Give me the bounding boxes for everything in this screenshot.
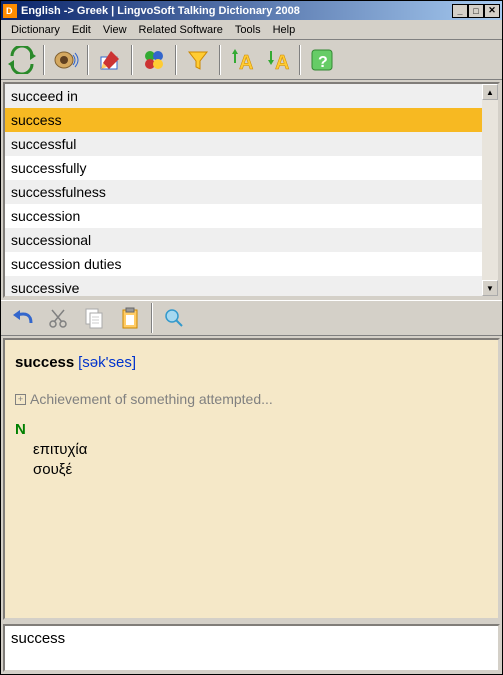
font-down-icon: A	[265, 47, 291, 73]
scissors-icon	[46, 306, 70, 330]
window-title: English -> Greek | LingvoSoft Talking Di…	[21, 5, 452, 17]
headword: success	[15, 354, 74, 371]
list-item[interactable]: successive	[5, 276, 482, 296]
edit-icon	[97, 47, 123, 73]
cut-button[interactable]	[41, 301, 75, 335]
list-item[interactable]: succession	[5, 204, 482, 228]
list-item[interactable]: succeed in	[5, 84, 482, 108]
swap-languages-button[interactable]	[5, 43, 39, 77]
back-button[interactable]	[5, 301, 39, 335]
list-item[interactable]: success	[5, 108, 482, 132]
scroll-track[interactable]	[482, 100, 498, 280]
list-item[interactable]: successfulness	[5, 180, 482, 204]
clover-icon	[141, 47, 167, 73]
clipboard-icon	[118, 306, 142, 330]
undo-icon	[9, 305, 35, 331]
speaker-icon	[53, 47, 79, 73]
list-item[interactable]: successfully	[5, 156, 482, 180]
svg-text:D: D	[6, 6, 13, 16]
swap-icon	[8, 46, 36, 74]
gloss-text: Achievement of something attempted...	[30, 391, 273, 407]
svg-text:?: ?	[318, 54, 328, 71]
copy-icon	[82, 306, 106, 330]
funnel-icon	[185, 47, 211, 73]
close-button[interactable]: ✕	[484, 4, 500, 18]
menu-dictionary[interactable]: Dictionary	[5, 22, 66, 38]
menu-edit[interactable]: Edit	[66, 22, 97, 38]
speak-button[interactable]	[49, 43, 83, 77]
translation: σουξέ	[33, 460, 488, 480]
font-increase-button[interactable]: A	[225, 43, 259, 77]
scrollbar[interactable]: ▲ ▼	[482, 84, 498, 296]
svg-text:A: A	[275, 52, 289, 73]
expand-button[interactable]: +	[15, 394, 26, 405]
window-controls: _ □ ✕	[452, 4, 500, 18]
scroll-up-button[interactable]: ▲	[482, 84, 498, 100]
word-list: succeed insuccesssuccessfulsuccessfullys…	[3, 82, 500, 298]
filter-button[interactable]	[181, 43, 215, 77]
translations: επιτυχίασουξέ	[33, 440, 488, 479]
titlebar: D English -> Greek | LingvoSoft Talking …	[1, 1, 502, 20]
translation: επιτυχία	[33, 440, 488, 460]
copy-button[interactable]	[77, 301, 111, 335]
menu-related-software[interactable]: Related Software	[133, 22, 229, 38]
magnifier-icon	[162, 306, 186, 330]
font-decrease-button[interactable]: A	[261, 43, 295, 77]
menu-tools[interactable]: Tools	[229, 22, 267, 38]
maximize-button[interactable]: □	[468, 4, 484, 18]
font-up-icon: A	[229, 47, 255, 73]
part-of-speech: N	[15, 421, 488, 438]
help-icon: ?	[309, 47, 335, 73]
search-button[interactable]	[157, 301, 191, 335]
app-icon: D	[3, 4, 17, 18]
paste-button[interactable]	[113, 301, 147, 335]
secondary-toolbar	[1, 300, 502, 336]
definition-panel: success [sək'ses] + Achievement of somet…	[3, 338, 500, 620]
list-item[interactable]: successful	[5, 132, 482, 156]
search-input-area	[3, 624, 500, 672]
svg-text:A: A	[239, 52, 253, 73]
minimize-button[interactable]: _	[452, 4, 468, 18]
menubar: Dictionary Edit View Related Software To…	[1, 20, 502, 40]
list-item[interactable]: successional	[5, 228, 482, 252]
main-toolbar: A A ?	[1, 40, 502, 80]
pronunciation: [sək'ses]	[78, 354, 136, 371]
search-input[interactable]	[11, 630, 492, 647]
help-button[interactable]: ?	[305, 43, 339, 77]
menu-help[interactable]: Help	[267, 22, 302, 38]
list-item[interactable]: succession duties	[5, 252, 482, 276]
menu-view[interactable]: View	[97, 22, 133, 38]
flashcards-button[interactable]	[137, 43, 171, 77]
scroll-down-button[interactable]: ▼	[482, 280, 498, 296]
edit-button[interactable]	[93, 43, 127, 77]
